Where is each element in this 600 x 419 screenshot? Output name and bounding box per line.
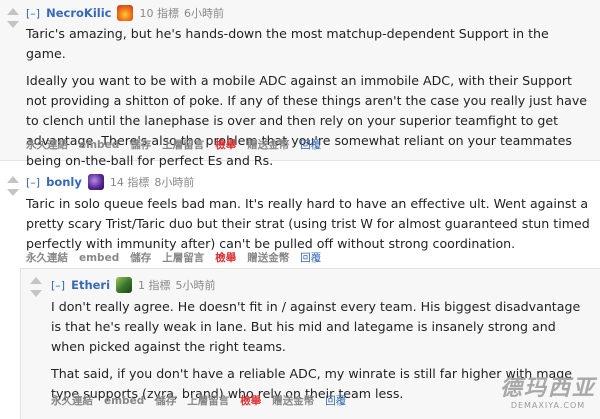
reply-button[interactable]: 回覆 <box>325 393 346 408</box>
comment-paragraph: Taric in solo queue feels bad man. It's … <box>26 196 590 251</box>
vote-arrows <box>6 8 20 34</box>
reply-button[interactable]: 回覆 <box>300 250 321 265</box>
green-champion-icon <box>116 277 133 293</box>
save-button[interactable]: 儲存 <box>155 393 176 408</box>
gild-button[interactable]: 贈送金幣 <box>272 393 314 408</box>
timestamp: 8小時前 <box>154 176 195 189</box>
vote-arrows <box>6 176 20 202</box>
score-label: 1 指標 <box>138 279 171 292</box>
downvote-arrow-icon[interactable] <box>7 189 19 196</box>
upvote-arrow-icon[interactable] <box>7 8 19 15</box>
vote-arrows <box>29 277 43 303</box>
parent-button[interactable]: 上層留言 <box>187 393 229 408</box>
report-button[interactable]: 檢舉 <box>215 137 236 152</box>
timestamp: 6小時前 <box>183 7 224 20</box>
author-link[interactable]: Etheri <box>71 278 110 292</box>
author-link[interactable]: bonly <box>46 175 82 189</box>
author-link[interactable]: NecroKilic <box>46 6 111 20</box>
reply-button[interactable]: 回覆 <box>300 137 321 152</box>
permalink-button[interactable]: 永久連結 <box>26 250 68 265</box>
comment-paragraph: Ideally you want to be with a mobile ADC… <box>26 73 588 168</box>
comment-actions: 永久連結 embed 儲存 上層留言 檢舉 贈送金幣 回覆 <box>26 250 332 265</box>
comment-actions: 永久連結 embed 儲存 上層留言 檢舉 贈送金幣 回覆 <box>26 137 332 152</box>
parent-button[interactable]: 上層留言 <box>162 137 204 152</box>
comment-tagline: [–] bonly 14 指標 8小時前 <box>26 174 199 190</box>
collapse-toggle[interactable]: [–] <box>26 176 40 189</box>
comment-tagline: [–] Etheri 1 指標 5小時前 <box>51 277 221 293</box>
score-label: 14 指標 <box>109 176 150 189</box>
save-button[interactable]: 儲存 <box>130 250 151 265</box>
score-label: 10 指標 <box>139 7 179 20</box>
permalink-button[interactable]: 永久連結 <box>51 393 93 408</box>
comment-tagline: [–] NecroKilic 10 指標 6小時前 <box>26 5 229 21</box>
collapse-toggle[interactable]: [–] <box>51 279 65 292</box>
timestamp: 5小時前 <box>175 279 216 292</box>
upvote-arrow-icon[interactable] <box>30 277 42 284</box>
report-button[interactable]: 檢舉 <box>215 250 236 265</box>
downvote-arrow-icon[interactable] <box>30 290 42 297</box>
downvote-arrow-icon[interactable] <box>7 21 19 28</box>
gild-button[interactable]: 贈送金幣 <box>247 250 289 265</box>
fire-champion-icon <box>117 5 134 21</box>
embed-button[interactable]: embed <box>79 139 119 151</box>
collapse-toggle[interactable]: [–] <box>26 7 40 20</box>
comment-paragraph: Taric's amazing, but he's hands-down the… <box>26 26 549 61</box>
save-button[interactable]: 儲存 <box>130 137 151 152</box>
purple-champion-icon <box>87 174 104 190</box>
parent-button[interactable]: 上層留言 <box>162 250 204 265</box>
upvote-arrow-icon[interactable] <box>7 176 19 183</box>
embed-button[interactable]: embed <box>104 395 144 407</box>
comment-paragraph: I don't really agree. He doesn't fit in … <box>51 299 581 354</box>
comment-actions: 永久連結 embed 儲存 上層留言 檢舉 贈送金幣 回覆 <box>51 393 357 408</box>
comment-body: Taric's amazing, but he's hands-down the… <box>26 24 590 178</box>
embed-button[interactable]: embed <box>79 252 119 264</box>
comment-bonly: [–] bonly 14 指標 8小時前 Taric in solo queue… <box>0 168 600 419</box>
comment-necrokilic: [–] NecroKilic 10 指標 6小時前 Taric's amazin… <box>0 0 600 168</box>
gild-button[interactable]: 贈送金幣 <box>247 137 289 152</box>
permalink-button[interactable]: 永久連結 <box>26 137 68 152</box>
report-button[interactable]: 檢舉 <box>240 393 261 408</box>
comment-etheri: [–] Etheri 1 指標 5小時前 I don't really agre… <box>20 268 600 419</box>
